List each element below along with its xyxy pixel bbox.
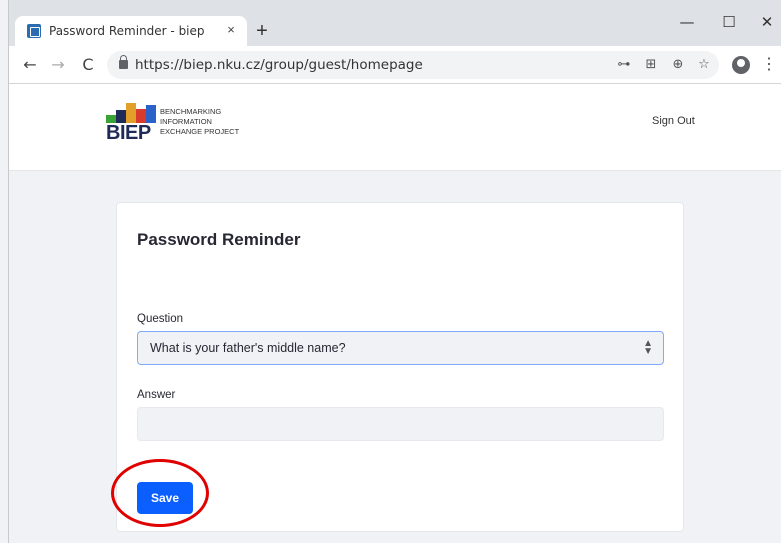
logo-tagline: BENCHMARKING INFORMATION EXCHANGE PROJEC… [160, 107, 239, 137]
reload-icon[interactable]: C [77, 54, 99, 76]
logo-wordmark: BIEP [106, 122, 151, 144]
logo-bar [136, 109, 146, 123]
new-tab-icon[interactable]: + [251, 20, 273, 42]
browser-toolbar: ← → C https://biep.nku.cz/group/guest/ho… [9, 46, 781, 84]
tab-close-icon[interactable]: × [222, 21, 240, 39]
bookmark-star-icon[interactable]: ☆ [695, 56, 713, 74]
answer-input[interactable] [137, 407, 664, 441]
tab-title: Password Reminder - biep [49, 24, 205, 38]
minimize-icon[interactable]: — [672, 10, 702, 34]
logo-tagline-line: BENCHMARKING [160, 107, 222, 116]
question-label: Question [137, 313, 184, 325]
select-updown-icon: ▲ ▼ [643, 338, 653, 357]
browser-menu-icon[interactable]: ⋮ [761, 54, 777, 76]
browser-tab[interactable]: Password Reminder - biep × [15, 16, 247, 46]
logo-bar [126, 103, 136, 123]
key-icon[interactable]: ⊶ [615, 56, 633, 74]
biep-logo[interactable]: BIEP BENCHMARKING INFORMATION EXCHANGE P… [106, 103, 256, 145]
translate-icon[interactable]: ⊞ [642, 56, 660, 74]
answer-label: Answer [137, 389, 176, 401]
sign-out-link[interactable]: Sign Out [652, 115, 695, 127]
maximize-icon[interactable]: ☐ [714, 10, 744, 34]
zoom-icon[interactable]: ⊕ [669, 56, 687, 74]
browser-window: Password Reminder - biep × + — ☐ ✕ ← → C… [8, 0, 781, 543]
question-select[interactable]: What is your father's middle name? ▲ ▼ [137, 331, 664, 365]
address-bar[interactable]: https://biep.nku.cz/group/guest/homepage… [107, 51, 719, 79]
question-selected-value: What is your father's middle name? [150, 341, 346, 355]
highlight-circle [111, 459, 209, 527]
window-close-icon[interactable]: ✕ [752, 10, 781, 34]
profile-icon[interactable] [732, 56, 750, 74]
logo-tagline-line: EXCHANGE PROJECT [160, 127, 240, 136]
page-title: Password Reminder [137, 230, 301, 249]
site-favicon-icon [27, 24, 41, 38]
url-text[interactable]: https://biep.nku.cz/group/guest/homepage [135, 57, 423, 73]
title-bar: Password Reminder - biep × + — ☐ ✕ [9, 0, 781, 46]
back-arrow-icon[interactable]: ← [19, 54, 41, 76]
logo-bar [146, 105, 156, 123]
lock-icon[interactable] [119, 55, 128, 69]
forward-arrow-icon[interactable]: → [47, 54, 69, 76]
logo-bars-icon [106, 103, 156, 123]
logo-tagline-line: INFORMATION [160, 117, 212, 126]
site-header: BIEP BENCHMARKING INFORMATION EXCHANGE P… [9, 85, 781, 171]
